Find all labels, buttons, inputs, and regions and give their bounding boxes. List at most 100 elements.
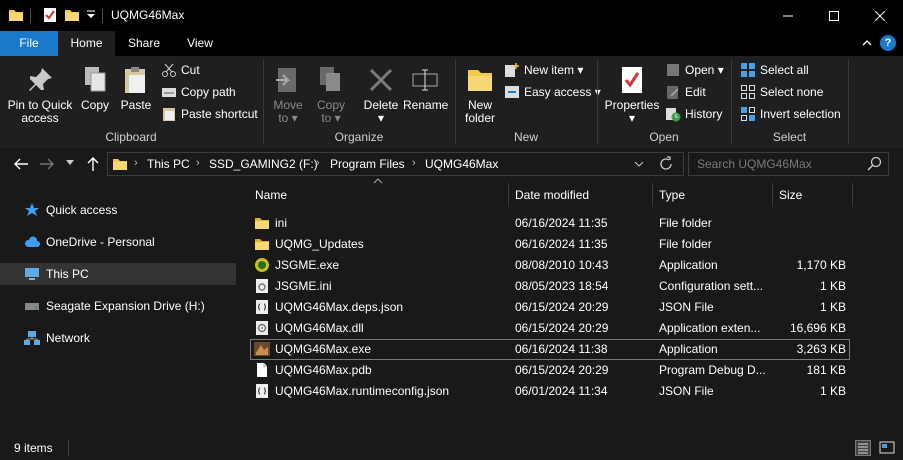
properties-icon[interactable] bbox=[42, 7, 58, 23]
column-header-size[interactable]: Size bbox=[779, 183, 802, 207]
dll-file-icon bbox=[254, 320, 270, 336]
file-name: JSGME.ini bbox=[275, 279, 332, 293]
file-name: UQMG46Max.exe bbox=[275, 342, 372, 356]
search-box[interactable]: Search UQMG46Max bbox=[688, 152, 889, 176]
file-row[interactable]: UQMG46Max.dll 06/15/2024 20:29 Applicati… bbox=[250, 318, 850, 339]
nav-network[interactable]: Network bbox=[0, 327, 236, 349]
rename-button[interactable]: Rename bbox=[403, 64, 448, 112]
file-type: JSON File bbox=[659, 384, 714, 398]
new-folder-icon[interactable] bbox=[64, 7, 80, 23]
nav-this-pc[interactable]: This PC bbox=[0, 263, 236, 285]
column-divider[interactable] bbox=[852, 183, 853, 207]
select-all-button[interactable]: Select all bbox=[740, 61, 809, 79]
minimize-button[interactable] bbox=[765, 0, 811, 31]
new-folder-label-2: folder bbox=[464, 111, 496, 125]
file-row[interactable]: JSGME.ini 08/05/2023 18:54 Configuration… bbox=[250, 276, 850, 297]
file-row[interactable]: UQMG46Max.pdb 06/15/2024 20:29 Program D… bbox=[250, 360, 850, 381]
move-to-button[interactable]: Move to ▾ bbox=[270, 64, 306, 125]
delete-button[interactable]: Delete ▾ bbox=[362, 64, 400, 125]
breadcrumb-chevron-icon[interactable]: › bbox=[412, 157, 416, 169]
large-icons-view-icon bbox=[879, 441, 895, 454]
history-button[interactable]: History bbox=[665, 105, 722, 123]
new-item-button[interactable]: New item ▾ bbox=[504, 61, 583, 79]
breadcrumb-current[interactable]: UQMG46Max bbox=[425, 157, 498, 171]
jsgme-app-icon bbox=[254, 257, 270, 273]
refresh-button[interactable] bbox=[658, 156, 674, 172]
search-icon bbox=[867, 156, 883, 172]
details-view-icon bbox=[858, 443, 868, 454]
file-row[interactable]: UQMG46Max.deps.json 06/15/2024 20:29 JSO… bbox=[250, 297, 850, 318]
nav-seagate-drive[interactable]: Seagate Expansion Drive (H:) bbox=[0, 295, 236, 317]
column-divider[interactable] bbox=[652, 183, 653, 207]
network-icon bbox=[24, 330, 40, 346]
breadcrumb-chevron-icon[interactable]: › bbox=[134, 157, 138, 169]
search-input[interactable]: Search UQMG46Max bbox=[697, 157, 812, 171]
clipboard-group-label: Clipboard bbox=[105, 130, 157, 144]
back-button[interactable] bbox=[13, 157, 29, 171]
nav-onedrive[interactable]: OneDrive - Personal bbox=[0, 231, 236, 253]
file-row[interactable]: ini 06/16/2024 11:35 File folder bbox=[250, 213, 850, 234]
column-divider[interactable] bbox=[772, 183, 773, 207]
customize-toolbar-icon[interactable] bbox=[86, 10, 96, 20]
copy-to-icon bbox=[315, 64, 347, 96]
large-icons-view-button[interactable] bbox=[879, 440, 895, 456]
breadcrumb-chevron-icon[interactable]: › bbox=[316, 157, 320, 169]
cut-button[interactable]: Cut bbox=[161, 61, 200, 79]
breadcrumb-drive[interactable]: SSD_GAMING2 (F:) bbox=[209, 157, 318, 171]
move-to-icon bbox=[272, 64, 304, 96]
invert-selection-button[interactable]: Invert selection bbox=[740, 105, 841, 123]
arrow-right-icon bbox=[40, 158, 54, 170]
address-history-button[interactable] bbox=[634, 161, 644, 167]
file-size: 1 KB bbox=[819, 300, 846, 314]
breadcrumb-this-pc[interactable]: This PC bbox=[147, 157, 190, 171]
column-header-date[interactable]: Date modified bbox=[515, 183, 589, 207]
file-date: 08/08/2010 10:43 bbox=[515, 258, 609, 272]
close-button[interactable] bbox=[857, 0, 903, 31]
tab-view[interactable]: View bbox=[172, 31, 228, 56]
column-divider[interactable] bbox=[508, 183, 509, 207]
file-row-selected[interactable]: UQMG46Max.exe 06/16/2024 11:38 Applicati… bbox=[250, 339, 850, 360]
paste-shortcut-button[interactable]: Paste shortcut bbox=[161, 105, 258, 123]
arrow-up-icon bbox=[87, 157, 99, 171]
file-row[interactable]: UQMG_Updates 06/16/2024 11:35 File folde… bbox=[250, 234, 850, 255]
file-row[interactable]: UQMG46Max.runtimeconfig.json 06/01/2024 … bbox=[250, 381, 850, 402]
column-header-name[interactable]: Name bbox=[255, 183, 287, 207]
paste-button[interactable]: Paste bbox=[120, 64, 152, 112]
recent-locations-button[interactable] bbox=[66, 160, 74, 166]
column-header-type[interactable]: Type bbox=[659, 183, 685, 207]
tab-file[interactable]: File bbox=[0, 31, 58, 56]
open-button[interactable]: Open ▾ bbox=[665, 61, 724, 79]
copy-icon bbox=[79, 64, 111, 96]
edit-button[interactable]: Edit bbox=[665, 83, 706, 101]
file-type: Application bbox=[659, 342, 718, 356]
copy-path-button[interactable]: Copy path bbox=[161, 83, 236, 101]
properties-button[interactable]: Properties ▾ bbox=[604, 64, 660, 125]
tab-share[interactable]: Share bbox=[116, 31, 172, 56]
forward-button[interactable] bbox=[39, 157, 55, 171]
breadcrumb-chevron-icon[interactable]: › bbox=[196, 157, 200, 169]
details-view-button[interactable] bbox=[855, 440, 871, 456]
collapse-ribbon-button[interactable] bbox=[862, 38, 872, 48]
pin-to-quick-access-button[interactable]: Pin to Quick access bbox=[4, 64, 76, 125]
help-icon[interactable]: ? bbox=[880, 35, 896, 51]
file-size: 3,263 KB bbox=[796, 342, 846, 356]
file-date: 06/15/2024 20:29 bbox=[515, 321, 609, 335]
address-bar[interactable]: › This PC › SSD_GAMING2 (F:) › Program F… bbox=[107, 152, 684, 176]
new-item-label: New item bbox=[524, 63, 575, 77]
tab-home[interactable]: Home bbox=[58, 31, 115, 56]
copy-to-button[interactable]: Copy to ▾ bbox=[313, 64, 349, 125]
up-button[interactable] bbox=[86, 156, 100, 172]
maximize-button[interactable] bbox=[811, 0, 857, 31]
copy-button[interactable]: Copy bbox=[79, 64, 111, 112]
nav-label: Network bbox=[46, 331, 91, 345]
breadcrumb-program-files[interactable]: Program Files bbox=[330, 157, 405, 171]
nav-label: OneDrive - Personal bbox=[46, 235, 155, 249]
new-folder-button[interactable]: New folder bbox=[460, 64, 500, 125]
select-all-icon bbox=[740, 62, 756, 78]
nav-quick-access[interactable]: Quick access bbox=[0, 199, 236, 221]
easy-access-button[interactable]: Easy access ▾ bbox=[504, 83, 601, 101]
select-none-button[interactable]: Select none bbox=[740, 83, 823, 101]
navigation-pane: Quick access OneDrive - Personal This PC… bbox=[0, 180, 236, 436]
file-row[interactable]: JSGME.exe 08/08/2010 10:43 Application 1… bbox=[250, 255, 850, 276]
copy-path-label: Copy path bbox=[181, 85, 236, 99]
